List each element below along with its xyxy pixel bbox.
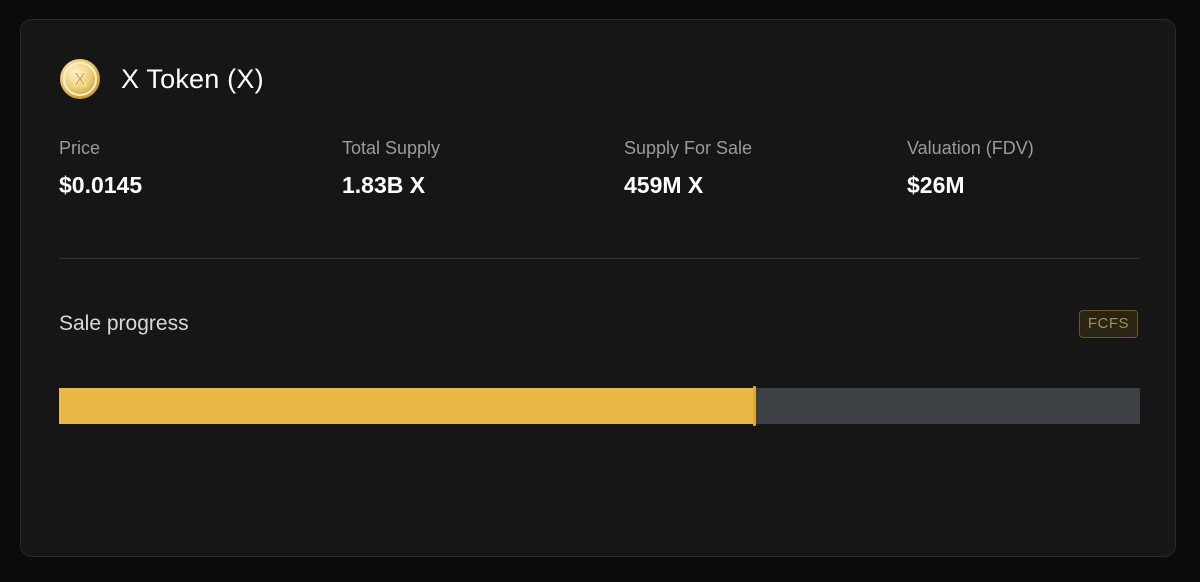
stat-value: 459M X	[624, 172, 704, 198]
stat-label: Valuation (FDV)	[907, 138, 1034, 158]
sale-progress-marker	[752, 386, 756, 426]
x-token-coin-icon: X	[59, 58, 101, 100]
sale-progress-fill	[59, 388, 755, 424]
svg-text:X: X	[74, 70, 87, 91]
stat-valuation: Valuation (FDV) $26M	[907, 137, 1167, 199]
stat-label: Total Supply	[342, 138, 441, 158]
stat-value: 1.83B X	[342, 172, 426, 198]
token-stats: Price $0.0145 Total Supply 1.83B X Suppl…	[59, 137, 1139, 217]
stat-label: Supply For Sale	[624, 138, 753, 158]
sale-progress-label: Sale progress	[59, 312, 189, 335]
stat-supply-for-sale: Supply For Sale 459M X	[624, 137, 884, 199]
token-title: X Token (X)	[121, 63, 264, 94]
section-divider	[59, 258, 1139, 259]
token-sale-card: X X Token (X) Price $0.0145 Total Supply…	[20, 19, 1176, 557]
stat-total-supply: Total Supply 1.83B X	[342, 137, 602, 199]
sale-progress-bar	[59, 386, 1140, 426]
sale-type-badge: FCFS	[1078, 310, 1138, 338]
stat-value: $26M	[907, 172, 965, 198]
stat-label: Price	[59, 138, 101, 158]
token-header: X X Token (X)	[59, 58, 264, 100]
stat-value: $0.0145	[59, 172, 143, 198]
stat-price: Price $0.0145	[59, 137, 319, 199]
